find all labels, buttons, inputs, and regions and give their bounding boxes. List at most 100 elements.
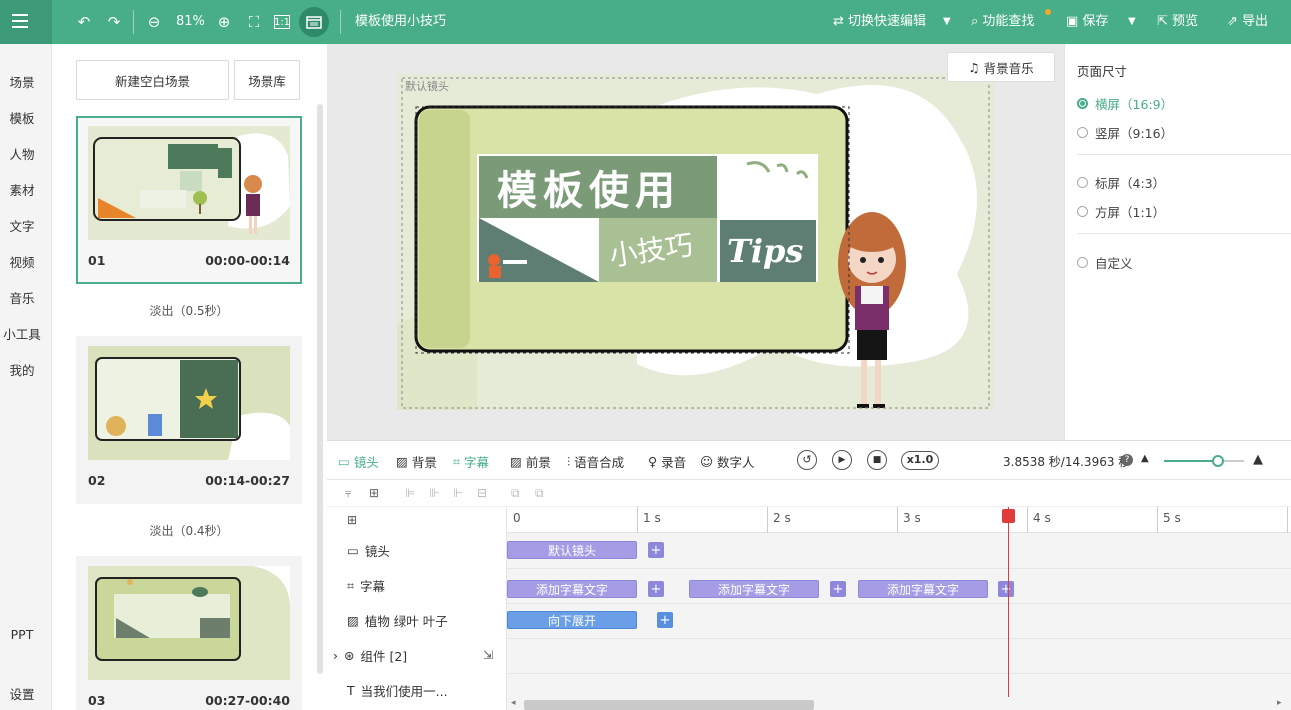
scene-number: 03 xyxy=(88,693,106,708)
scrollbar-thumb[interactable] xyxy=(524,700,814,710)
page-size-option-square[interactable]: 方屏（1:1） xyxy=(1077,202,1165,221)
volume-high-icon[interactable]: ▲ xyxy=(1253,452,1263,467)
stack-up-icon[interactable]: ⧉ xyxy=(511,486,520,501)
digital-human-icon: ☺ xyxy=(700,454,714,469)
scene-card-03[interactable]: 03 00:27-00:40 xyxy=(76,556,302,710)
stage[interactable]: 默认镜头 模板使用 小技巧 Tips xyxy=(397,74,994,410)
clapperboard-button[interactable] xyxy=(299,7,329,37)
scene-list-scrollbar[interactable] xyxy=(317,104,323,674)
align-right-icon[interactable]: ⊩ xyxy=(453,486,463,500)
page-size-option-standard[interactable]: 标屏（4:3） xyxy=(1077,173,1165,192)
play-icon[interactable]: ▶ xyxy=(832,450,852,470)
camera-clip[interactable]: 默认镜头 xyxy=(507,541,637,559)
filter-icon[interactable]: ⫧ xyxy=(345,486,352,501)
group-icon[interactable]: ⊞ xyxy=(369,486,379,500)
add-subtitle-button[interactable]: + xyxy=(830,581,846,597)
sidebar-item-ppt[interactable]: PPT xyxy=(0,627,44,643)
clapperboard-icon xyxy=(306,16,322,29)
scene-card-02[interactable]: 02 00:14-00:27 xyxy=(76,336,302,504)
export-button[interactable]: ⇗ 导出 xyxy=(1227,12,1268,32)
timeline-ruler[interactable]: 0 1 s 2 s 3 s 4 s 5 s xyxy=(507,507,1291,533)
add-animation-button[interactable]: + xyxy=(657,612,673,628)
sidebar-item-template[interactable]: 模板 xyxy=(0,111,44,127)
sidebar-item-tools[interactable]: 小工具 xyxy=(0,327,44,343)
track-label-camera[interactable]: ▭ 镜头 xyxy=(347,541,390,560)
tool-digital-human[interactable]: ☺ 数字人 xyxy=(700,452,755,471)
menu-button[interactable] xyxy=(0,0,52,44)
tool-foreground[interactable]: ▨ 前景 xyxy=(510,452,551,471)
add-camera-clip-button[interactable]: + xyxy=(648,542,664,558)
sidebar-item-scene[interactable]: 场景 xyxy=(0,75,44,91)
scene-transition[interactable]: 淡出（0.5秒） xyxy=(76,302,302,319)
switch-quick-edit-button[interactable]: ⇄ 切换快速编辑 xyxy=(833,12,926,32)
tool-camera[interactable]: ▭ 镜头 xyxy=(338,452,379,471)
tool-tts[interactable]: ⫶ 语音合成 xyxy=(567,452,624,471)
volume-low-icon[interactable]: ▲ xyxy=(1141,453,1149,464)
preview-button[interactable]: ⇱ 预览 xyxy=(1157,12,1198,32)
document-title[interactable]: 模板使用小技巧 xyxy=(355,12,446,32)
playhead-handle[interactable] xyxy=(1002,509,1015,523)
save-dropdown-icon[interactable]: ▼ xyxy=(1128,12,1136,32)
scene-panel: 新建空白场景 场景库 01 00:00-00:14 淡出（0.5秒） 02 00… xyxy=(52,44,327,710)
sidebar-item-mine[interactable]: 我的 xyxy=(0,363,44,379)
distribute-icon[interactable]: ⊟ xyxy=(477,486,487,500)
tool-background[interactable]: ▨ 背景 xyxy=(396,452,437,471)
replay-icon[interactable]: ↺ xyxy=(797,450,817,470)
align-center-icon[interactable]: ⊪ xyxy=(429,486,439,500)
volume-slider-knob[interactable] xyxy=(1212,455,1224,467)
banner-tips[interactable]: Tips xyxy=(727,232,803,270)
radio-icon xyxy=(1077,177,1088,188)
scene-library-button[interactable]: 场景库 xyxy=(234,60,300,100)
sidebar-item-video[interactable]: 视频 xyxy=(0,255,44,271)
waveform-icon: ⫶ xyxy=(567,453,571,469)
stack-down-icon[interactable]: ⧉ xyxy=(535,486,544,501)
subtitle-clip[interactable]: 添加字幕文字 xyxy=(858,580,988,598)
new-blank-scene-button[interactable]: 新建空白场景 xyxy=(76,60,229,100)
tool-subtitle[interactable]: ⌗ 字幕 xyxy=(453,452,489,471)
sidebar-item-text[interactable]: 文字 xyxy=(0,219,44,235)
page-size-option-landscape[interactable]: 横屏（16:9） xyxy=(1077,94,1173,113)
volume-slider[interactable] xyxy=(1164,455,1244,467)
sidebar-item-settings[interactable]: 设置 xyxy=(0,687,44,703)
track-label-group[interactable]: › ⊛ 组件 [2] xyxy=(333,646,407,665)
background-music-button[interactable]: ♫ 背景音乐 xyxy=(947,52,1055,82)
banner-title[interactable]: 模板使用 xyxy=(497,158,681,216)
scene-card-01[interactable]: 01 00:00-00:14 xyxy=(76,116,302,284)
zoom-in-icon[interactable]: ⊕ xyxy=(214,12,234,32)
switch-dropdown-icon[interactable]: ▼ xyxy=(943,12,951,32)
scene-transition[interactable]: 淡出（0.4秒） xyxy=(76,522,302,539)
track-label-text[interactable]: T 当我们使用一... xyxy=(347,681,448,700)
playback-speed-button[interactable]: x1.0 xyxy=(901,451,939,470)
add-subtitle-button[interactable]: + xyxy=(648,581,664,597)
scroll-right-icon[interactable]: ▸ xyxy=(1277,698,1282,708)
expand-chevron-icon[interactable]: › xyxy=(333,648,338,663)
sidebar-item-character[interactable]: 人物 xyxy=(0,147,44,163)
save-button[interactable]: ▣ 保存 xyxy=(1066,12,1108,32)
help-icon[interactable]: ? xyxy=(1121,454,1133,466)
page-size-option-custom[interactable]: 自定义 xyxy=(1077,253,1133,272)
zoom-out-icon[interactable]: ⊖ xyxy=(144,12,164,32)
add-subtitle-button[interactable]: + xyxy=(998,581,1014,597)
redo-icon[interactable]: ↷ xyxy=(104,12,124,32)
tool-label: 字幕 xyxy=(464,455,490,470)
actual-size-icon[interactable]: 1:1 xyxy=(274,15,290,29)
align-left-icon[interactable]: ⊫ xyxy=(405,486,415,500)
track-label-subtitle[interactable]: ⌗ 字幕 xyxy=(347,576,385,595)
undo-icon[interactable]: ↶ xyxy=(74,12,94,32)
feature-search-button[interactable]: ⌕ 功能查找 xyxy=(971,12,1034,32)
track-label-plant[interactable]: ▨ 植物 绿叶 叶子 xyxy=(347,611,448,630)
timeline-horizontal-scrollbar[interactable]: ◂ ▸ xyxy=(507,697,1291,710)
scroll-left-icon[interactable]: ◂ xyxy=(511,698,516,708)
fit-screen-icon[interactable]: ⛶ xyxy=(244,12,264,32)
layers-icon[interactable]: ⊞ xyxy=(347,513,357,527)
stop-icon[interactable]: ■ xyxy=(867,450,887,470)
plant-animation-clip[interactable]: 向下展开 xyxy=(507,611,637,629)
ungroup-icon[interactable]: ⇲ xyxy=(483,648,493,662)
page-size-option-portrait[interactable]: 竖屏（9:16） xyxy=(1077,123,1173,142)
tool-record[interactable]: ♀ 录音 xyxy=(648,452,686,471)
sidebar-item-music[interactable]: 音乐 xyxy=(0,291,44,307)
sidebar-item-assets[interactable]: 素材 xyxy=(0,183,44,199)
ruler-tick-label: 2 s xyxy=(773,511,791,525)
subtitle-clip[interactable]: 添加字幕文字 xyxy=(507,580,637,598)
subtitle-clip[interactable]: 添加字幕文字 xyxy=(689,580,819,598)
